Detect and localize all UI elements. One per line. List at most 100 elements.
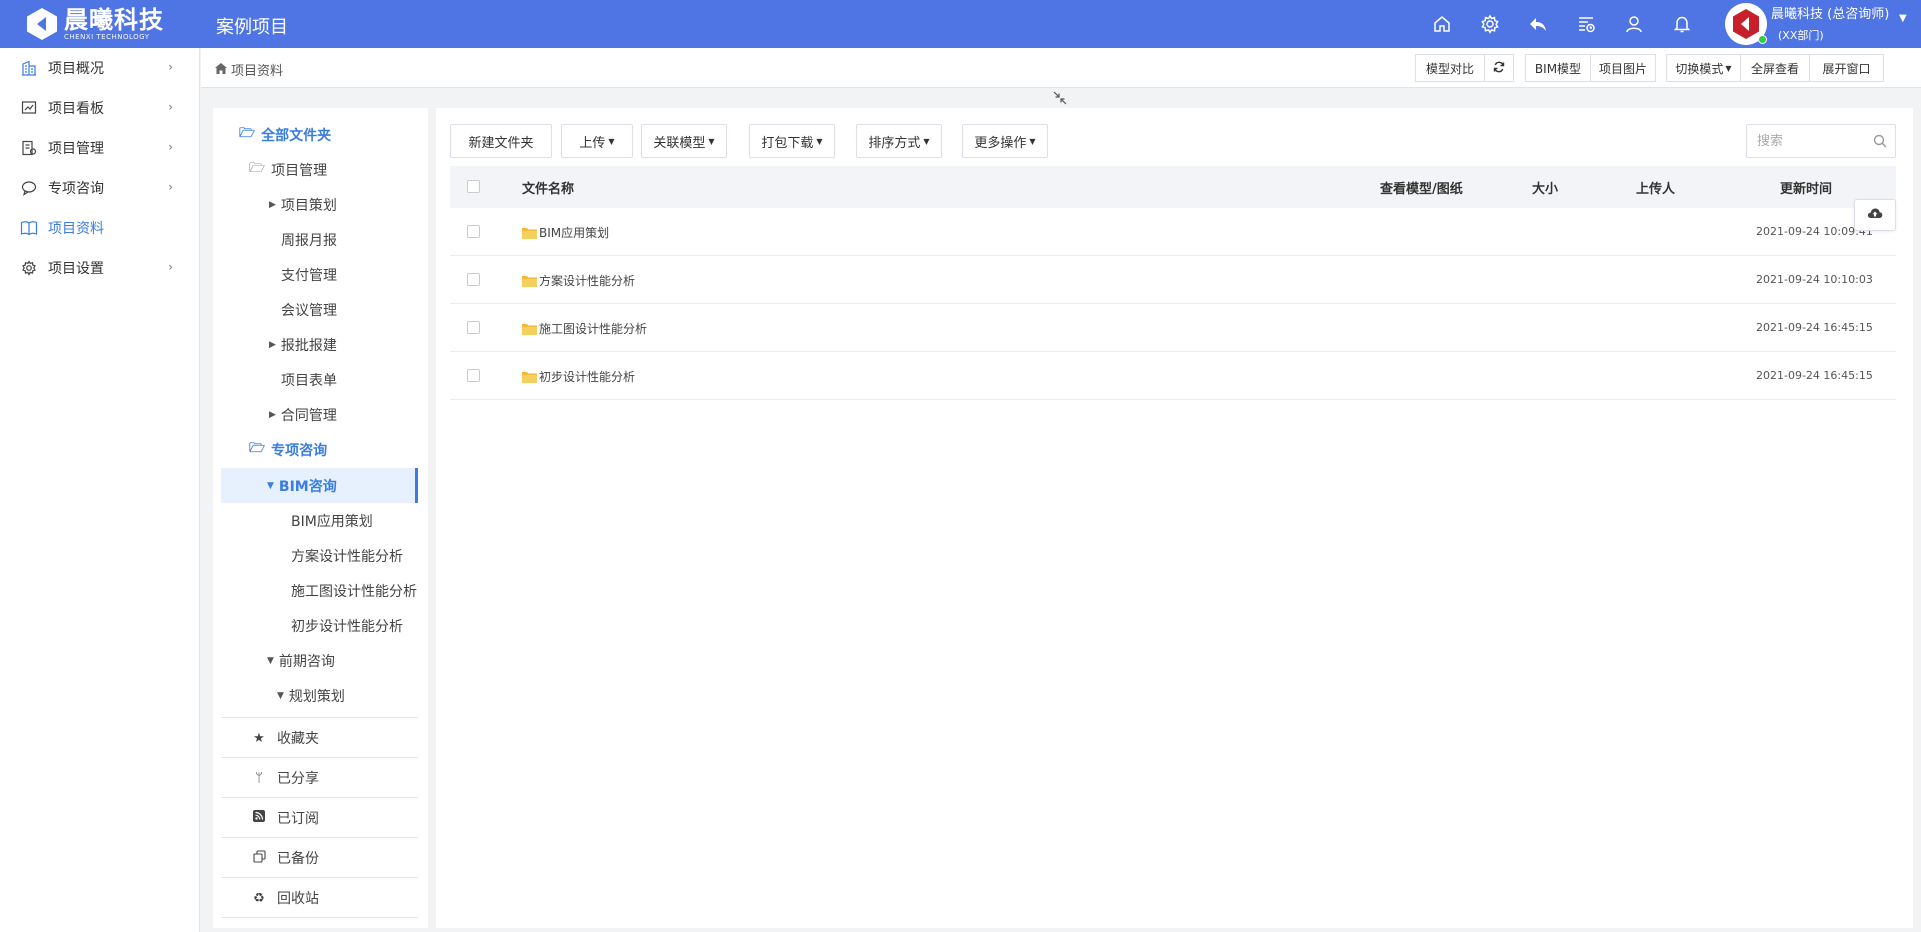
sidebar: 项目概况 › 项目看板 › 项目管理 › 专项咨询 › 项目资料 项目设置 › — [0, 48, 200, 932]
folder-icon — [522, 323, 537, 335]
tree-item-project-planning[interactable]: ▶ 项目策划 — [269, 187, 337, 222]
sidebar-item-project-overview[interactable]: 项目概况 › — [0, 48, 199, 88]
file-name-link[interactable]: 施工图设计性能分析 — [522, 320, 647, 337]
divider — [221, 917, 418, 918]
brand-english-name: CHENXI TECHNOLOGY — [64, 32, 150, 41]
tree-item-contracts[interactable]: ▶ 合同管理 — [269, 397, 337, 432]
switch-mode-button[interactable]: 切换模式 ▼ — [1666, 54, 1741, 82]
list-clock-icon[interactable] — [1562, 10, 1610, 38]
home-icon[interactable] — [1418, 10, 1466, 38]
reply-icon[interactable] — [1514, 10, 1562, 38]
more-actions-label: 更多操作 — [974, 135, 1027, 151]
app-title: 案例项目 — [216, 17, 288, 38]
settings-icon[interactable] — [1466, 10, 1514, 38]
refresh-button[interactable] — [1484, 54, 1514, 82]
chevron-right-icon: › — [168, 100, 173, 114]
bell-icon[interactable] — [1658, 10, 1706, 38]
updated-time: 2021-09-24 10:10:03 — [1756, 273, 1873, 286]
sidebar-item-project-documents[interactable]: 项目资料 — [0, 208, 199, 248]
chevron-down-icon: ▼ — [1899, 13, 1907, 24]
sidebar-item-label: 项目概况 — [48, 61, 104, 77]
column-file-name[interactable]: 文件名称 — [522, 178, 574, 197]
tree-item-scheme-performance[interactable]: 方案设计性能分析 — [291, 538, 403, 573]
collapse-icon[interactable] — [1052, 90, 1068, 109]
utility-label: 已备份 — [277, 851, 319, 867]
tree-item-label: 全部文件夹 — [261, 127, 332, 144]
column-updated-time[interactable]: 更新时间 — [1780, 178, 1832, 197]
upload-cloud-button[interactable] — [1854, 199, 1896, 231]
sidebar-item-special-consulting[interactable]: 专项咨询 › — [0, 168, 199, 208]
column-view-model[interactable]: 查看模型/图纸 — [1380, 178, 1463, 197]
column-size[interactable]: 大小 — [1532, 178, 1558, 197]
tree-item-bim-consulting[interactable]: ▼ BIM咨询 — [267, 468, 337, 503]
file-name-link[interactable]: BIM应用策划 — [522, 224, 609, 241]
user-menu[interactable]: 晨曦科技 (总咨询师) (XX部门) ▼ — [1725, 3, 1921, 45]
tree-item-weekly-report[interactable]: 周报月报 — [281, 222, 337, 257]
link-model-button[interactable]: 关联模型 ▼ — [641, 124, 727, 158]
search-input[interactable] — [1747, 125, 1862, 157]
upload-button[interactable]: 上传 ▼ — [561, 124, 633, 158]
tree-item-label: 前期咨询 — [278, 653, 335, 670]
brand-logo[interactable]: 晨曦科技 CHENXI TECHNOLOGY — [24, 6, 204, 42]
row-checkbox[interactable] — [467, 321, 480, 334]
tree-item-all-folders[interactable]: 🗁 全部文件夹 — [239, 117, 331, 152]
sidebar-item-label: 项目管理 — [48, 141, 104, 157]
tree-item-meeting[interactable]: 会议管理 — [281, 292, 337, 327]
tree-item-label: 支付管理 — [281, 267, 337, 284]
bim-model-button[interactable]: BIM模型 — [1525, 54, 1591, 82]
project-images-button[interactable]: 项目图片 — [1590, 54, 1656, 82]
open-window-button[interactable]: 展开窗口 — [1809, 54, 1884, 82]
tree-item-planning[interactable]: ▼ 规划策划 — [277, 678, 345, 713]
more-actions-button[interactable]: 更多操作 ▼ — [962, 124, 1048, 158]
folder-icon — [522, 371, 537, 383]
backup-item[interactable]: 已备份 — [221, 838, 418, 878]
fullscreen-button[interactable]: 全屏查看 — [1740, 54, 1810, 82]
user-icon[interactable] — [1610, 10, 1658, 38]
file-name: 方案设计性能分析 — [539, 274, 636, 288]
select-all-checkbox[interactable] — [467, 180, 480, 193]
breadcrumb-label: 项目资料 — [231, 64, 284, 79]
new-folder-button[interactable]: 新建文件夹 — [450, 124, 552, 158]
tree-item-forms[interactable]: 项目表单 — [281, 362, 337, 397]
sidebar-item-project-management[interactable]: 项目管理 › — [0, 128, 199, 168]
sidebar-item-project-settings[interactable]: 项目设置 › — [0, 248, 199, 288]
model-compare-button[interactable]: 模型对比 — [1415, 54, 1485, 82]
table-row[interactable]: 初步设计性能分析 2021-09-24 16:45:15 — [450, 352, 1896, 400]
row-checkbox[interactable] — [467, 225, 480, 238]
table-row[interactable]: 方案设计性能分析 2021-09-24 10:10:03 — [450, 256, 1896, 304]
chat-icon — [20, 179, 38, 197]
table-row[interactable]: 施工图设计性能分析 2021-09-24 16:45:15 — [450, 304, 1896, 352]
tree-item-label: 施工图设计性能分析 — [291, 583, 417, 600]
shared-item[interactable]: ᛘ 已分享 — [221, 758, 418, 798]
breadcrumb[interactable]: 项目资料 — [215, 60, 283, 79]
recycle-icon: ♻ — [253, 890, 265, 906]
sidebar-item-project-board[interactable]: 项目看板 › — [0, 88, 199, 128]
tree-item-bim-plan[interactable]: BIM应用策划 — [291, 503, 373, 538]
tree-item-special-consulting[interactable]: 🗁 专项咨询 — [249, 432, 327, 467]
table-row[interactable]: BIM应用策划 2021-09-24 10:09:41 — [450, 208, 1896, 256]
refresh-icon — [1493, 61, 1505, 76]
file-name-link[interactable]: 方案设计性能分析 — [522, 272, 635, 289]
breadcrumb-bar: 项目资料 模型对比 BIM模型 项目图片 切换模式 ▼ 全屏查看 展开窗口 — [201, 48, 1921, 88]
tree-item-label: 项目表单 — [281, 372, 337, 389]
search-icon[interactable] — [1873, 134, 1887, 148]
row-checkbox[interactable] — [467, 369, 480, 382]
top-bar: 晨曦科技 CHENXI TECHNOLOGY 案例项目 晨曦科技 (总咨询师) … — [0, 0, 1921, 48]
recycle-bin-item[interactable]: ♻ 回收站 — [221, 878, 418, 918]
tree-item-approval[interactable]: ▶ 报批报建 — [269, 327, 337, 362]
tree-item-label: 报批报建 — [280, 337, 337, 354]
subscribed-item[interactable]: 已订阅 — [221, 798, 418, 838]
column-uploader[interactable]: 上传人 — [1636, 178, 1675, 197]
tree-item-preliminary-performance[interactable]: 初步设计性能分析 — [291, 608, 403, 643]
favorites-item[interactable]: ★ 收藏夹 — [221, 718, 418, 758]
tree-item-payment[interactable]: 支付管理 — [281, 257, 337, 292]
tree-item-early-consulting[interactable]: ▼ 前期咨询 — [267, 643, 335, 678]
tree-item-construction-performance[interactable]: 施工图设计性能分析 — [291, 573, 417, 608]
tree-item-project-management[interactable]: 🗁 项目管理 — [249, 152, 327, 187]
row-checkbox[interactable] — [467, 273, 480, 286]
file-name-link[interactable]: 初步设计性能分析 — [522, 368, 635, 385]
online-status-dot — [1758, 35, 1767, 44]
pack-download-button[interactable]: 打包下载 ▼ — [749, 124, 835, 158]
sort-button[interactable]: 排序方式 ▼ — [856, 124, 942, 158]
tree-item-label: 规划策划 — [288, 688, 345, 705]
